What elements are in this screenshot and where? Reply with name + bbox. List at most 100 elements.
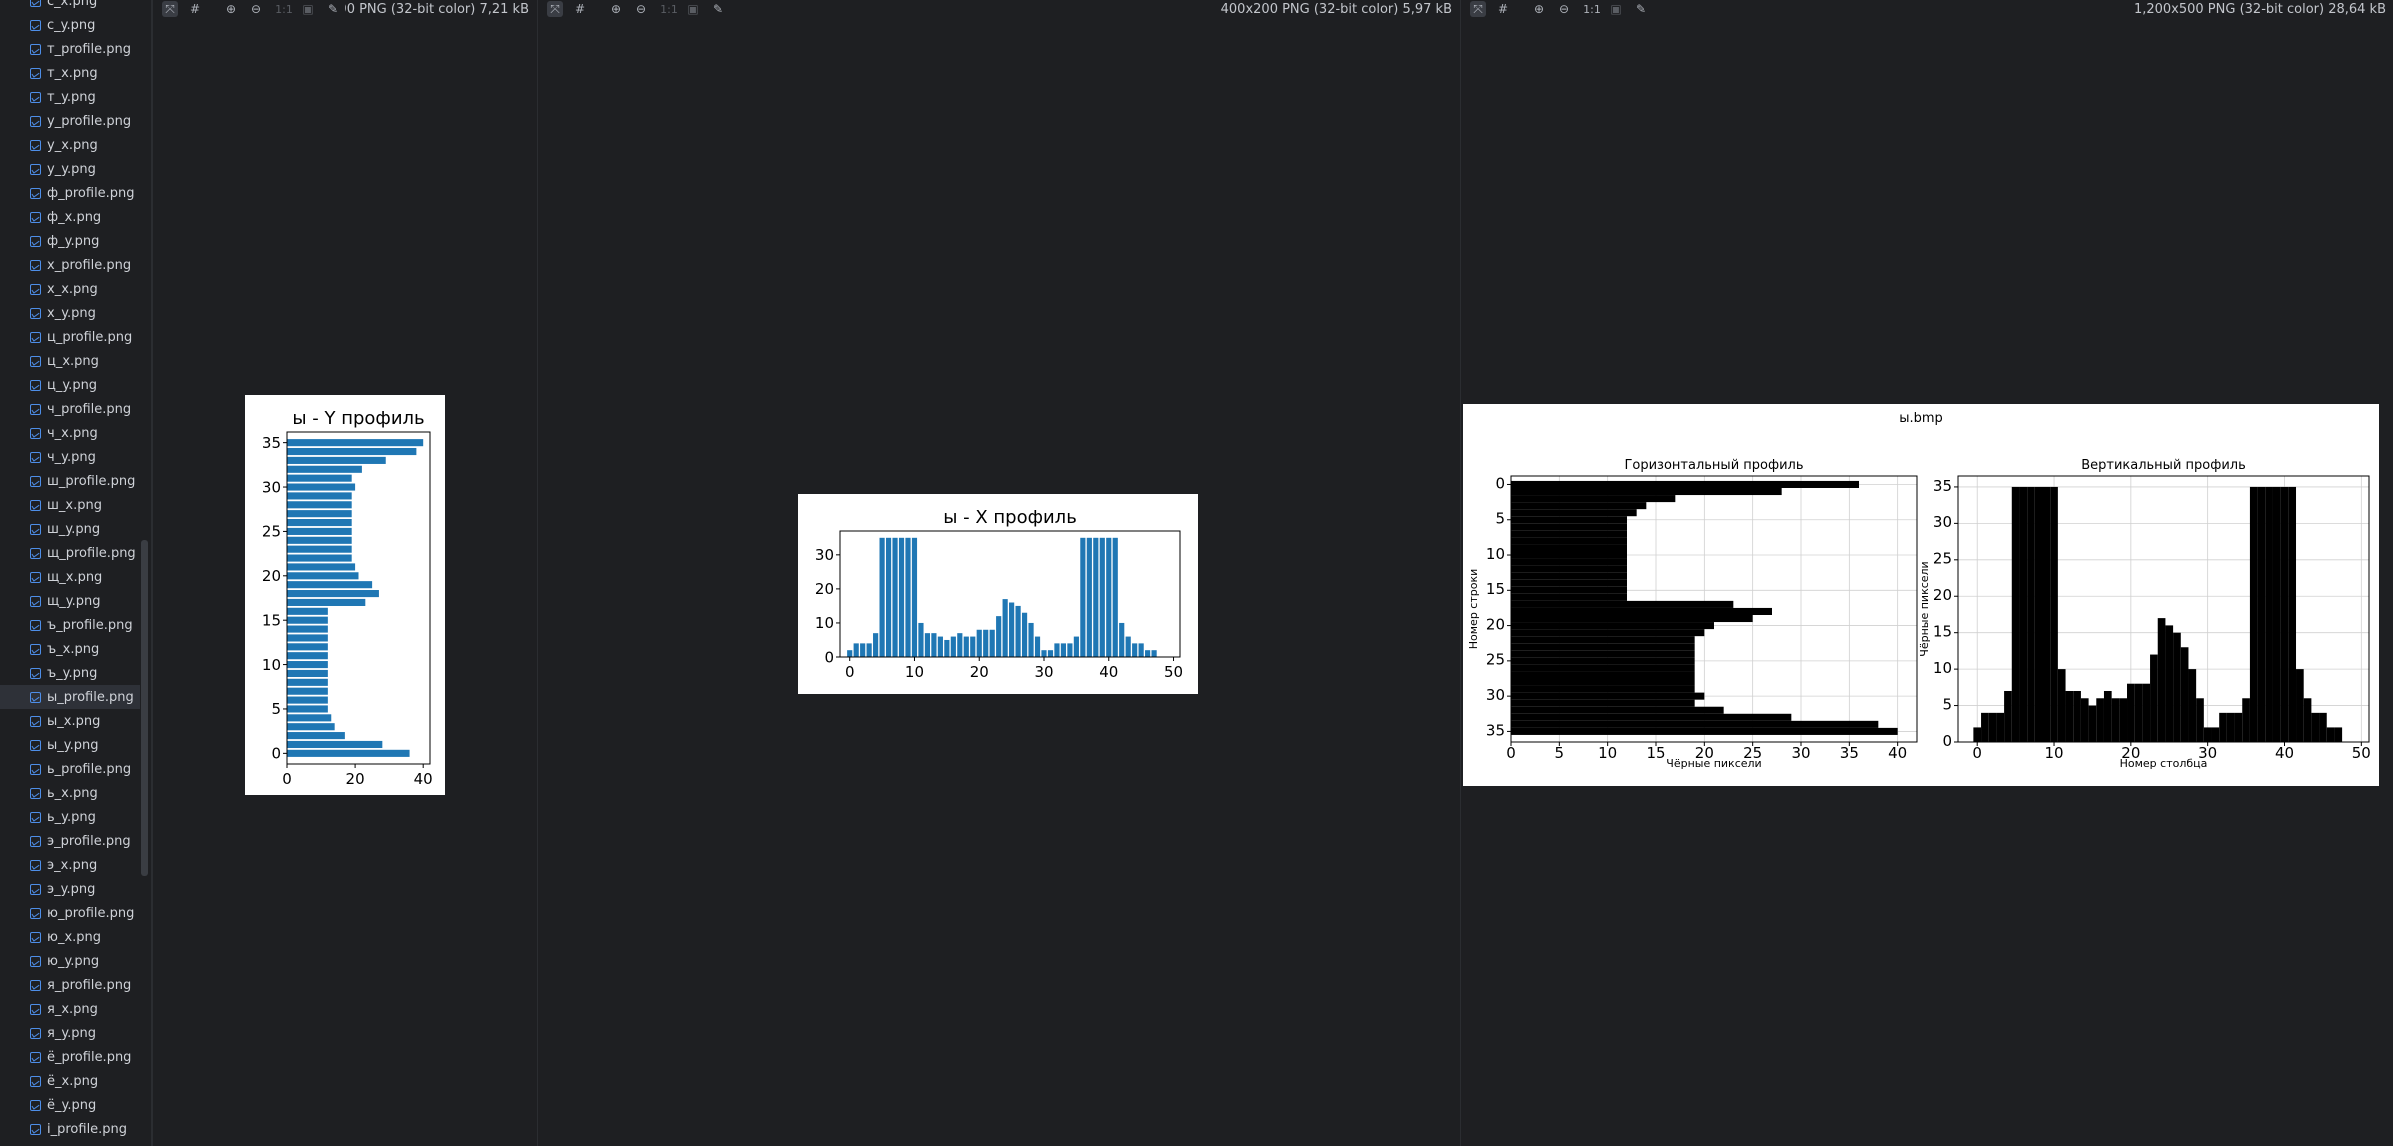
file-item[interactable]: ш_profile.png	[0, 469, 140, 493]
file-item[interactable]: ц_y.png	[0, 373, 140, 397]
color-picker-icon[interactable]: ✎	[325, 1, 341, 17]
fit-to-window-icon[interactable]: ⤧	[547, 1, 563, 17]
bar	[287, 572, 359, 580]
file-item[interactable]: ч_y.png	[0, 445, 140, 469]
file-item[interactable]: щ_profile.png	[0, 541, 140, 565]
file-item[interactable]: я_x.png	[0, 997, 140, 1021]
file-item[interactable]: ц_x.png	[0, 349, 140, 373]
file-item[interactable]: ё_profile.png	[0, 1045, 140, 1069]
file-name: ы_y.png	[47, 737, 99, 753]
file-item[interactable]: ъ_y.png	[0, 661, 140, 685]
file-item[interactable]: с_y.png	[0, 13, 140, 37]
x-tick-label: 30	[1791, 744, 1810, 762]
file-item[interactable]: ъ_x.png	[0, 637, 140, 661]
bar	[1093, 537, 1099, 657]
file-name: ф_x.png	[47, 209, 102, 225]
file-item[interactable]: ю_x.png	[0, 925, 140, 949]
file-item[interactable]: і_profile.png	[0, 1117, 140, 1141]
background-toggle-icon[interactable]: ▣	[300, 1, 316, 17]
file-item[interactable]: т_profile.png	[0, 37, 140, 61]
fit-to-window-icon[interactable]: ⤧	[162, 1, 178, 17]
y-tick-label: 10	[1933, 659, 1952, 677]
file-item[interactable]: ё_x.png	[0, 1069, 140, 1093]
background-toggle-icon[interactable]: ▣	[1608, 1, 1624, 17]
bar	[2211, 727, 2220, 742]
y-tick-label: 30	[262, 478, 281, 496]
bar	[1099, 537, 1105, 657]
sidebar-scrollbar[interactable]	[141, 540, 148, 876]
file-item[interactable]: у_profile.png	[0, 109, 140, 133]
file-item[interactable]: ш_y.png	[0, 517, 140, 541]
file-item[interactable]: ь_profile.png	[0, 757, 140, 781]
fit-to-window-icon[interactable]: ⤧	[1470, 1, 1486, 17]
grid-icon[interactable]: #	[1495, 1, 1511, 17]
file-item[interactable]: э_profile.png	[0, 829, 140, 853]
file-item[interactable]: ф_x.png	[0, 205, 140, 229]
bar	[2065, 690, 2074, 742]
file-item[interactable]: ы_x.png	[0, 709, 140, 733]
image-file-icon	[30, 763, 41, 775]
file-item[interactable]: ё_y.png	[0, 1093, 140, 1117]
grid-icon[interactable]: #	[572, 1, 588, 17]
file-item[interactable]: ь_x.png	[0, 781, 140, 805]
file-item[interactable]: ф_profile.png	[0, 181, 140, 205]
file-name: ц_profile.png	[47, 329, 133, 345]
file-item[interactable]: я_y.png	[0, 1021, 140, 1045]
file-name: с_x.png	[47, 0, 98, 9]
file-item[interactable]: х_profile.png	[0, 253, 140, 277]
file-item[interactable]: у_x.png	[0, 133, 140, 157]
file-name: ь_x.png	[47, 785, 98, 801]
bar	[866, 643, 872, 657]
zoom-in-icon[interactable]: ⊕	[1531, 1, 1547, 17]
file-item[interactable]: ф_y.png	[0, 229, 140, 253]
file-item[interactable]: ь_y.png	[0, 805, 140, 829]
image-file-icon	[30, 1075, 41, 1087]
file-item[interactable]: ц_profile.png	[0, 325, 140, 349]
zoom-in-icon[interactable]: ⊕	[608, 1, 624, 17]
file-name: э_profile.png	[47, 833, 131, 849]
file-item[interactable]: ч_x.png	[0, 421, 140, 445]
bar	[287, 678, 328, 686]
file-item[interactable]: э_y.png	[0, 877, 140, 901]
bar	[2272, 486, 2281, 742]
image-file-icon	[30, 691, 41, 703]
image-file-icon	[30, 283, 41, 295]
x-tick-label: 50	[1164, 663, 1183, 681]
actual-size-button[interactable]: 1:1	[659, 1, 679, 17]
file-item[interactable]: с_x.png	[0, 0, 140, 13]
file-item[interactable]: ю_y.png	[0, 949, 140, 973]
file-item[interactable]: ч_profile.png	[0, 397, 140, 421]
color-picker-icon[interactable]: ✎	[710, 1, 726, 17]
file-item[interactable]: щ_y.png	[0, 589, 140, 613]
file-name: ю_profile.png	[47, 905, 135, 921]
zoom-out-icon[interactable]: ⊖	[1556, 1, 1572, 17]
file-item[interactable]: у_y.png	[0, 157, 140, 181]
zoom-out-icon[interactable]: ⊖	[633, 1, 649, 17]
file-item[interactable]: щ_x.png	[0, 565, 140, 589]
bar	[950, 636, 956, 657]
image-file-icon	[30, 139, 41, 151]
y-tick-label: 10	[262, 656, 281, 674]
file-item[interactable]: ш_x.png	[0, 493, 140, 517]
bar	[287, 536, 352, 544]
background-toggle-icon[interactable]: ▣	[685, 1, 701, 17]
grid-icon[interactable]: #	[187, 1, 203, 17]
bar	[287, 483, 356, 491]
actual-size-button[interactable]: 1:1	[274, 1, 294, 17]
actual-size-button[interactable]: 1:1	[1582, 1, 1602, 17]
zoom-out-icon[interactable]: ⊖	[248, 1, 264, 17]
file-item[interactable]: т_y.png	[0, 85, 140, 109]
file-item[interactable]: э_x.png	[0, 853, 140, 877]
file-item[interactable]: ы_profile.png	[0, 685, 140, 709]
file-item[interactable]: х_y.png	[0, 301, 140, 325]
file-item[interactable]: ъ_profile.png	[0, 613, 140, 637]
file-item[interactable]: х_x.png	[0, 277, 140, 301]
file-item[interactable]: ы_y.png	[0, 733, 140, 757]
zoom-in-icon[interactable]: ⊕	[223, 1, 239, 17]
file-item[interactable]: я_profile.png	[0, 973, 140, 997]
color-picker-icon[interactable]: ✎	[1633, 1, 1649, 17]
file-item[interactable]: т_x.png	[0, 61, 140, 85]
bar	[1511, 671, 1695, 679]
file-item[interactable]: ю_profile.png	[0, 901, 140, 925]
y-tick-label: 20	[262, 567, 281, 585]
